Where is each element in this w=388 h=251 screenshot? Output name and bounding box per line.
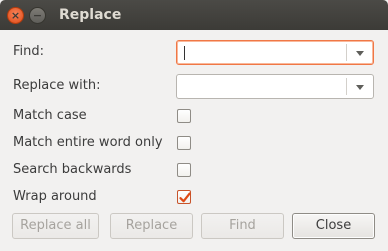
- find-combobox[interactable]: [176, 40, 374, 65]
- minimize-window-icon[interactable]: −: [29, 7, 46, 24]
- chevron-down-icon[interactable]: [356, 85, 364, 90]
- window-title: Replace: [59, 7, 122, 23]
- wrap-around-label: Wrap around: [13, 189, 97, 204]
- close-button[interactable]: Close: [292, 213, 375, 239]
- find-button[interactable]: Find: [201, 213, 284, 239]
- match-case-label: Match case: [13, 108, 87, 123]
- title-bar: × − Replace: [0, 0, 388, 30]
- match-case-checkbox[interactable]: [177, 109, 191, 123]
- search-backwards-label: Search backwards: [13, 162, 132, 177]
- combo-separator: [346, 78, 347, 95]
- match-entire-word-checkbox[interactable]: [177, 136, 191, 150]
- chevron-down-icon[interactable]: [356, 51, 364, 56]
- replace-combobox[interactable]: [176, 74, 374, 99]
- replace-with-label: Replace with:: [13, 78, 101, 93]
- find-label: Find:: [13, 44, 45, 59]
- checkmark-icon: [179, 192, 191, 203]
- replace-button[interactable]: Replace: [110, 213, 193, 239]
- search-backwards-checkbox[interactable]: [177, 163, 191, 177]
- wrap-around-checkbox[interactable]: [177, 190, 191, 204]
- text-cursor: [184, 46, 185, 60]
- replace-dialog: × − Replace Find: Replace with: Match ca…: [0, 0, 388, 251]
- combo-separator: [346, 44, 347, 61]
- replace-all-button[interactable]: Replace all: [12, 213, 99, 239]
- close-window-icon[interactable]: ×: [7, 7, 24, 24]
- match-entire-word-label: Match entire word only: [13, 135, 163, 150]
